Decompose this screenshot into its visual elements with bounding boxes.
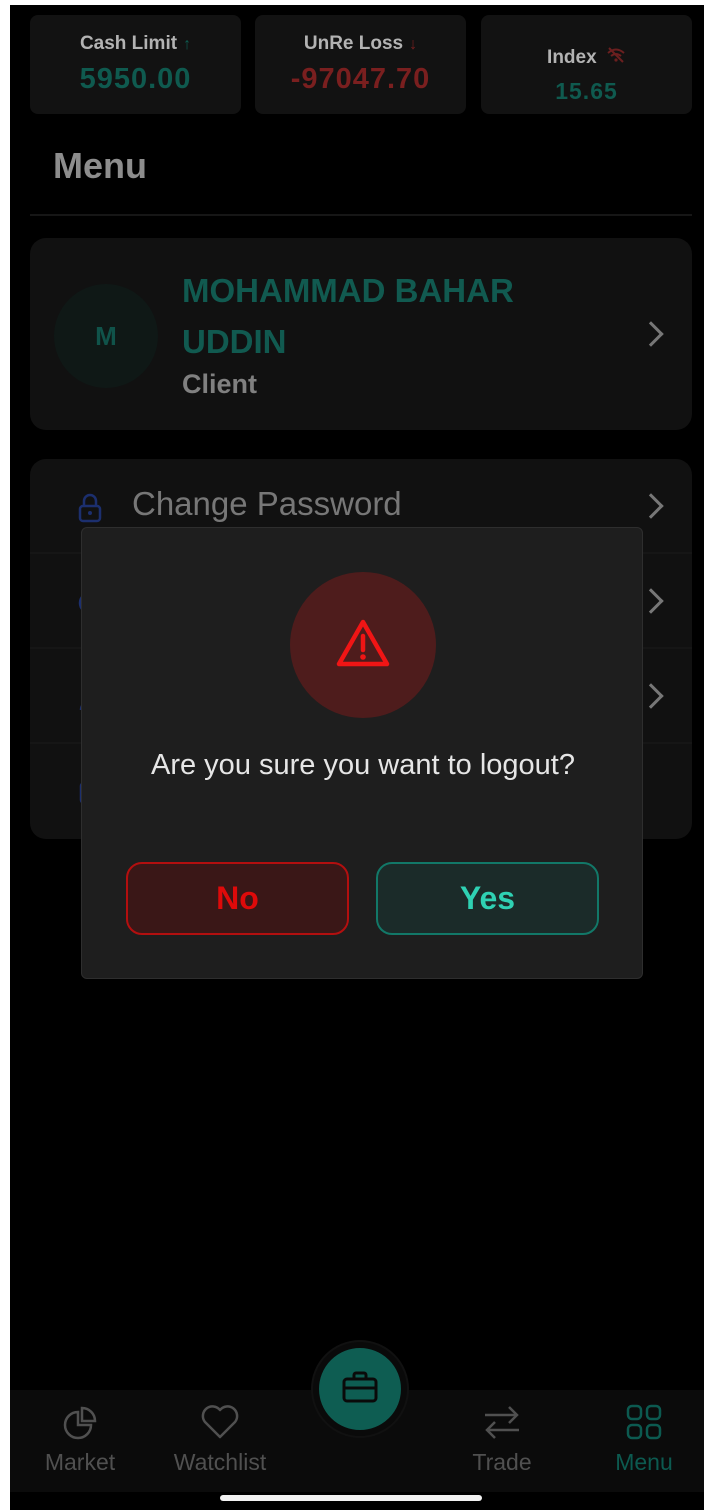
- portfolio-fab[interactable]: [313, 1342, 407, 1436]
- avatar: M: [54, 284, 158, 388]
- chevron-right-icon: [638, 321, 664, 347]
- no-button[interactable]: No: [126, 862, 349, 935]
- unre-loss-label: UnRe Loss: [303, 33, 404, 54]
- heart-icon: [199, 1402, 241, 1447]
- unre-loss-value: -97047.70: [290, 63, 431, 95]
- nav-watchlist-label: Watchlist: [173, 1449, 267, 1475]
- nav-menu-label: Menu: [615, 1449, 673, 1475]
- page-title: Menu: [53, 145, 147, 186]
- index-value: 15.65: [555, 78, 618, 104]
- chevron-right-icon: [638, 493, 664, 519]
- index-label: Index: [547, 47, 597, 69]
- arrow-down-icon: ↓: [409, 36, 418, 53]
- divider: [30, 214, 692, 216]
- pie-chart-icon: [60, 1402, 100, 1447]
- profile-card[interactable]: M MOHAMMAD BAHAR UDDIN Client: [30, 238, 692, 430]
- app-screen: Cash Limit ↑ 5950.00 UnRe Loss ↓ -97047.70…: [10, 5, 704, 1510]
- stats-bar: Cash Limit ↑ 5950.00 UnRe Loss ↓ -97047.70…: [30, 15, 692, 114]
- dialog-message: Are you sure you want to logout?: [151, 749, 575, 781]
- swap-arrows-icon: [481, 1402, 523, 1447]
- profile-role: Client: [182, 369, 258, 399]
- warning-icon: [335, 618, 391, 673]
- cash-limit-value: 5950.00: [79, 63, 192, 95]
- profile-name: MOHAMMAD BAHAR UDDIN: [182, 272, 514, 360]
- logout-dialog: Are you sure you want to logout? No Yes: [81, 527, 643, 979]
- arrow-up-icon: ↑: [183, 36, 192, 53]
- nav-market-label: Market: [44, 1449, 116, 1475]
- wifi-off-icon: [606, 47, 626, 69]
- menu-item-label: Change Password: [132, 485, 402, 522]
- nav-menu[interactable]: Menu: [589, 1390, 699, 1492]
- briefcase-icon: [341, 1369, 379, 1410]
- cash-limit-label: Cash Limit: [79, 33, 178, 54]
- index-card[interactable]: Index 15.65: [481, 15, 692, 114]
- nav-trade[interactable]: Trade: [447, 1390, 557, 1492]
- lock-icon: [78, 493, 102, 528]
- grid-icon: [624, 1402, 664, 1447]
- nav-market[interactable]: Market: [25, 1390, 135, 1492]
- cash-limit-card[interactable]: Cash Limit ↑ 5950.00: [30, 15, 241, 114]
- yes-button[interactable]: Yes: [376, 862, 599, 935]
- home-indicator: [220, 1495, 482, 1501]
- nav-trade-label: Trade: [472, 1449, 532, 1475]
- unre-loss-card[interactable]: UnRe Loss ↓ -97047.70: [255, 15, 466, 114]
- alert-badge: [290, 572, 436, 718]
- nav-watchlist[interactable]: Watchlist: [165, 1390, 275, 1492]
